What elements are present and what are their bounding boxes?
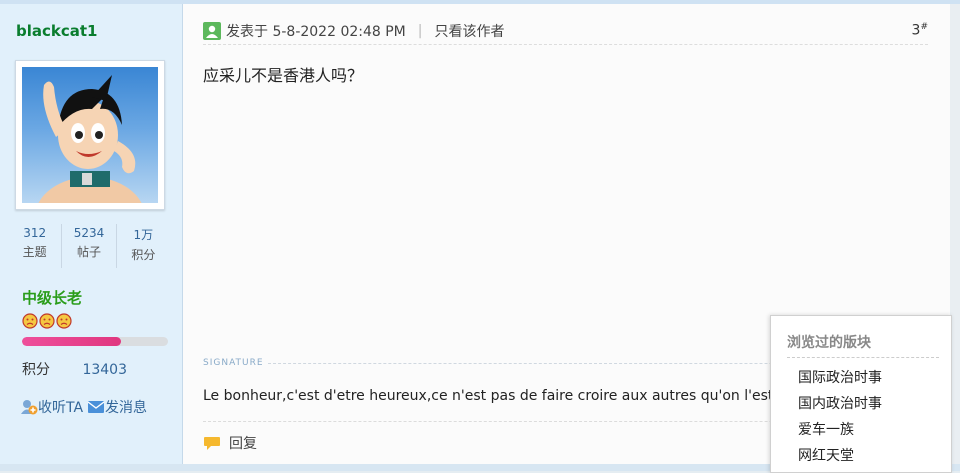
follow-icon [21,400,38,415]
author-username[interactable]: blackcat1 [16,22,98,40]
post-header: 发表于 5-8-2022 02:48 PM | 只看该作者 3# [203,18,928,45]
board-link[interactable]: 爱车一族 [798,417,882,443]
author-actions: 收听TA 发消息 [20,397,151,417]
author-sidebar: blackcat1 312 主题 5234 帖子 1万 积分 中级长老 积分 1… [0,4,183,464]
stat-credits[interactable]: 1万 积分 [117,224,170,268]
rank-face-icon [22,313,38,329]
reply-label: 回复 [229,436,257,452]
credits-label: 积分 [22,362,50,378]
follow-button[interactable]: 收听TA [20,397,83,417]
visited-boards-popup: 浏览过的版块 国际政治时事 国内政治时事 爱车一族 网红天堂 [770,315,952,473]
avatar[interactable] [15,60,165,210]
header-separator: | [417,23,423,39]
stat-posts[interactable]: 5234 帖子 [62,224,117,268]
stat-threads-label: 主题 [22,245,47,259]
stat-posts-value: 5234 [73,226,105,240]
speech-bubble-icon [204,437,220,450]
floor-mark: # [920,22,928,32]
online-user-icon [203,22,221,40]
credits-value: 13403 [82,362,127,378]
popup-title: 浏览过的版块 [787,335,871,351]
author-stats: 312 主题 5234 帖子 1万 积分 [8,224,170,268]
visited-boards-list: 国际政治时事 国内政治时事 爱车一族 网红天堂 [798,365,882,469]
rank-icons [22,313,72,329]
credits-row: 积分 13403 [22,359,127,379]
only-author-link[interactable]: 只看该作者 [434,21,504,41]
rank-progress-fill [22,337,122,346]
send-message-button[interactable]: 发消息 [87,397,147,417]
stat-credits-label: 积分 [131,248,156,262]
follow-label: 收听TA [38,400,84,416]
stat-threads[interactable]: 312 主题 [8,224,63,268]
signature-label: SIGNATURE [203,358,264,368]
reply-button[interactable]: 回复 [203,433,257,453]
avatar-image [22,67,158,203]
send-message-label: 发消息 [105,400,148,416]
floor-number[interactable]: 3# [912,22,928,39]
signature-text: Le bonheur,c'est d'etre heureux,ce n'est… [203,388,774,404]
post-body: 应采儿不是香港人吗？ [203,66,364,85]
rank-face-icon [56,313,72,329]
board-link[interactable]: 国内政治时事 [798,391,882,417]
stat-credits-value: 1万 [133,228,154,242]
stat-threads-value: 312 [23,226,47,240]
board-link[interactable]: 网红天堂 [798,443,882,469]
stat-posts-label: 帖子 [76,245,101,259]
post-date: 发表于 5-8-2022 02:48 PM [226,24,406,40]
user-rank[interactable]: 中级长老 [22,287,82,308]
rank-progress-bar [22,337,168,346]
board-link[interactable]: 国际政治时事 [798,365,882,391]
popup-divider [787,357,939,358]
rank-face-icon [39,313,55,329]
envelope-icon [87,401,105,413]
